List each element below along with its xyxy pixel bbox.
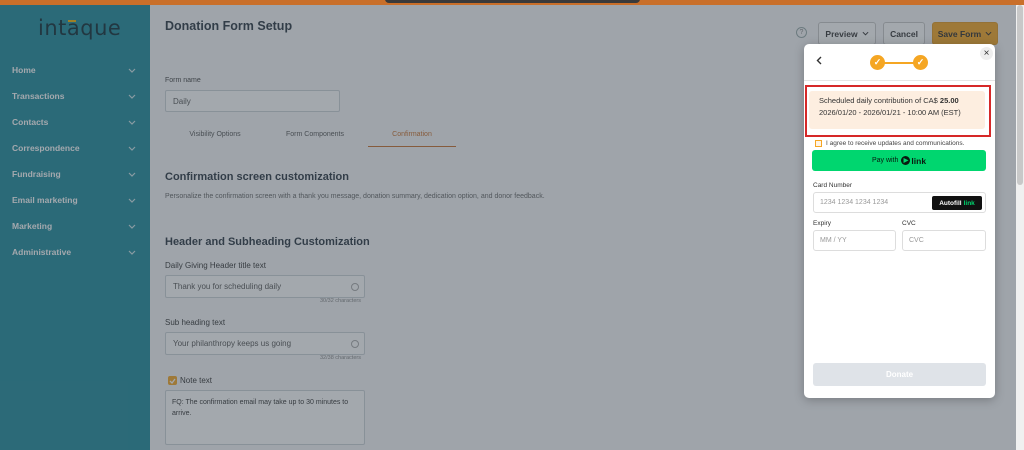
progress-stepper: ✓ ✓ [870, 55, 930, 71]
browser-search-bar[interactable] [385, 0, 640, 3]
expiry-input[interactable]: MM / YY [813, 230, 896, 251]
back-arrow-icon[interactable] [816, 56, 822, 68]
consent-row[interactable]: I agree to receive updates and communica… [815, 140, 964, 147]
close-icon[interactable]: × [980, 47, 993, 60]
modal-divider [804, 80, 995, 81]
link-brand-text: link [911, 155, 927, 166]
cvc-label: CVC [902, 220, 916, 227]
step-two-complete: ✓ [913, 55, 928, 70]
link-arrow-icon: ▶ [901, 156, 911, 165]
pay-with-label: Pay with [871, 157, 899, 164]
autofill-label: Autofill [939, 199, 962, 207]
autofill-link-text: link [963, 199, 975, 207]
scrollbar-thumb[interactable] [1017, 5, 1023, 185]
expiry-label: Expiry [813, 220, 832, 227]
consent-label: I agree to receive updates and communica… [826, 140, 965, 147]
link-brand: ▶ link [901, 156, 926, 166]
donate-button[interactable]: Donate [813, 363, 986, 386]
card-number-label: Card Number [813, 182, 853, 189]
card-number-placeholder: 1234 1234 1234 1234 [820, 199, 889, 206]
page-scrollbar[interactable] [1016, 5, 1024, 450]
pay-with-link-button[interactable]: Pay with ▶ link [812, 150, 986, 171]
highlight-box [805, 85, 991, 137]
step-one-complete: ✓ [870, 55, 885, 70]
expiry-placeholder: MM / YY [820, 237, 847, 244]
consent-checkbox[interactable] [815, 140, 822, 147]
cvc-placeholder: CVC [909, 237, 924, 244]
cvc-input[interactable]: CVC [902, 230, 986, 251]
autofill-link-button[interactable]: Autofill link [932, 196, 982, 210]
